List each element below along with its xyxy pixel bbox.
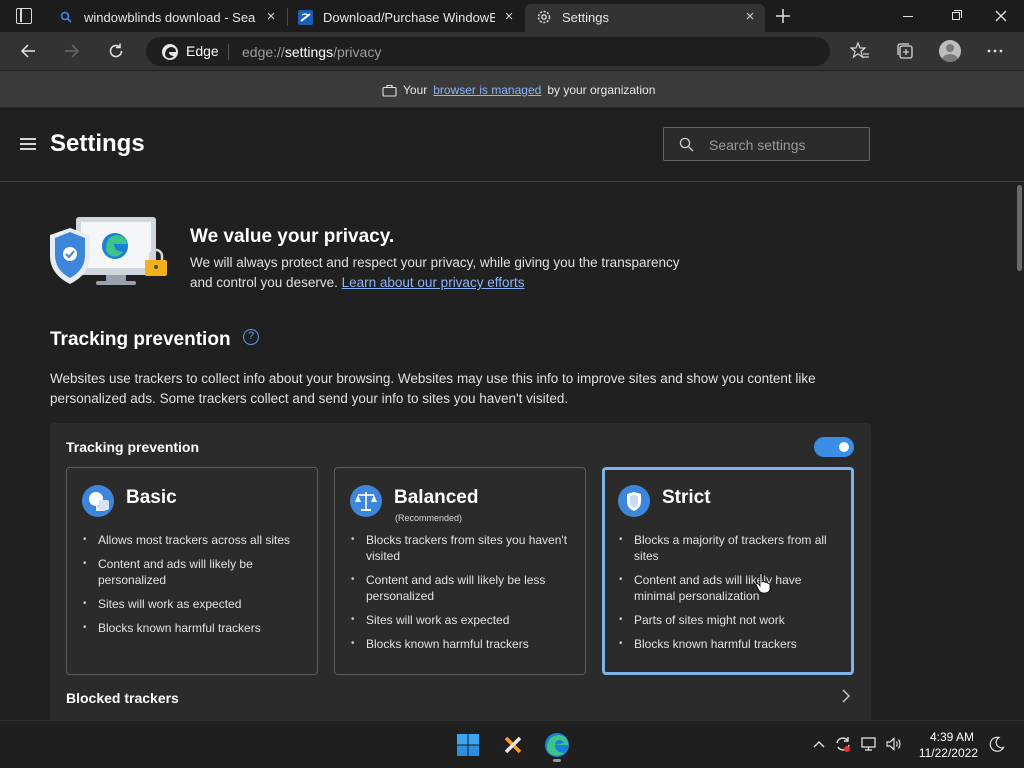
restore-button[interactable] (944, 8, 968, 24)
tab-windowblinds[interactable]: Download/Purchase WindowBlinds × (288, 4, 524, 32)
search-placeholder: Search settings (709, 137, 806, 153)
list-item: Content and ads will likely be less pers… (351, 572, 573, 604)
list-item: Content and ads will likely be personali… (83, 556, 305, 588)
more-options-icon[interactable] (980, 36, 1010, 66)
minimize-button[interactable] (896, 8, 920, 24)
search-settings-input[interactable]: Search settings (663, 127, 870, 161)
taskbar: 4:39 AM 11/22/2022 (0, 720, 1024, 768)
shield-icon (618, 485, 650, 517)
settings-content: We value your privacy. We will always pr… (0, 183, 1024, 720)
tab-settings[interactable]: Settings × (525, 4, 765, 32)
page-scrollbar[interactable] (1014, 183, 1024, 720)
scrollbar-thumb[interactable] (1017, 185, 1022, 271)
card-title: Balanced (394, 487, 479, 508)
volume-icon[interactable] (885, 735, 903, 753)
favorites-icon[interactable] (845, 36, 875, 66)
card-bullets: Allows most trackers across all sites Co… (83, 532, 305, 644)
site-identity-label: Edge (186, 43, 219, 59)
hamburger-menu-icon[interactable] (20, 138, 36, 150)
privacy-desc-line1: We will always protect and respect your … (190, 255, 680, 270)
card-bullets: Blocks trackers from sites you haven't v… (351, 532, 573, 660)
sync-icon[interactable] (834, 735, 852, 753)
mouse-cursor-icon (755, 572, 771, 594)
basic-icon (82, 485, 114, 517)
list-item: Blocks known harmful trackers (351, 636, 573, 652)
recommended-label: (Recommended) (395, 513, 463, 523)
tracking-toggle-label: Tracking prevention (66, 439, 200, 455)
tab-actions-icon[interactable] (16, 8, 32, 24)
tab-title: Download/Purchase WindowBlinds (323, 10, 495, 25)
tab-strip: windowblinds download - Search × Downloa… (0, 0, 1024, 32)
clock-date[interactable]: 11/22/2022 (908, 746, 978, 760)
privacy-illustration (48, 216, 174, 290)
tab-title: Settings (562, 10, 609, 25)
card-title: Basic (126, 487, 177, 508)
chevron-up-icon[interactable] (810, 735, 828, 753)
edge-taskbar-icon[interactable] (544, 732, 570, 762)
tab-title: windowblinds download - Search (84, 10, 256, 25)
card-title: Strict (662, 487, 711, 508)
edge-logo-icon (161, 43, 179, 61)
windows-start-icon[interactable] (456, 733, 480, 757)
omnibox-separator (228, 44, 229, 60)
url-prefix: edge:// (242, 44, 285, 60)
card-balanced[interactable]: Balanced (Recommended) Blocks trackers f… (334, 467, 586, 675)
settings-header: Settings Search settings (0, 108, 1024, 182)
chevron-right-icon[interactable] (840, 689, 852, 708)
profile-avatar[interactable] (935, 36, 965, 66)
close-icon[interactable]: × (743, 9, 757, 24)
card-bullets: Blocks a majority of trackers from all s… (619, 532, 841, 660)
search-icon (60, 11, 72, 23)
url-text: edge://settings/privacy (242, 44, 381, 60)
tracking-description: Websites use trackers to collect info ab… (50, 371, 816, 406)
list-item: Content and ads will likely have minimal… (619, 572, 841, 604)
close-icon[interactable]: × (502, 9, 516, 24)
page-title: Settings (50, 130, 145, 157)
collections-icon[interactable] (890, 36, 920, 66)
list-item: Sites will work as expected (83, 596, 305, 612)
focus-assist-moon-icon[interactable] (988, 735, 1006, 753)
app-x-icon[interactable] (502, 734, 524, 756)
privacy-title: We value your privacy. (190, 226, 395, 247)
card-strict[interactable]: Strict Blocks a majority of trackers fro… (602, 467, 854, 675)
card-basic[interactable]: Basic Allows most trackers across all si… (66, 467, 318, 675)
list-item: Parts of sites might not work (619, 612, 841, 628)
list-item: Blocks trackers from sites you haven't v… (351, 532, 573, 564)
list-item: Sites will work as expected (351, 612, 573, 628)
gear-icon (536, 9, 552, 25)
tab-search[interactable]: windowblinds download - Search × (50, 4, 286, 32)
close-window-button[interactable] (990, 6, 1012, 26)
url-host: settings (284, 44, 334, 60)
clock-time[interactable]: 4:39 AM (922, 730, 974, 744)
privacy-desc-line2: and control you deserve. (190, 275, 338, 290)
banner-suffix: by your organization (547, 83, 656, 97)
search-icon (679, 137, 694, 152)
privacy-description: We will always protect and respect your … (190, 253, 730, 293)
refresh-button[interactable] (101, 36, 131, 66)
tracking-prevention-heading: Tracking prevention (50, 329, 231, 350)
network-icon[interactable] (860, 735, 878, 753)
new-tab-button[interactable] (772, 5, 794, 27)
briefcase-icon (382, 84, 397, 97)
forward-button[interactable] (57, 36, 87, 66)
tracking-prevention-toggle[interactable] (814, 437, 854, 457)
list-item: Blocks known harmful trackers (83, 620, 305, 636)
list-item: Allows most trackers across all sites (83, 532, 305, 548)
balance-scale-icon (350, 485, 382, 517)
list-item: Blocks known harmful trackers (619, 636, 841, 652)
browser-managed-link[interactable]: browser is managed (433, 83, 541, 97)
help-icon[interactable]: ? (243, 329, 259, 345)
close-icon[interactable]: × (264, 9, 278, 24)
url-path: /privacy (333, 44, 382, 60)
managed-banner: Your browser is managed by your organiza… (0, 71, 1024, 108)
back-button[interactable] (13, 36, 43, 66)
tracking-prevention-panel: Tracking prevention Basic Allows most tr… (50, 423, 871, 720)
privacy-efforts-link[interactable]: Learn about our privacy efforts (342, 275, 525, 290)
banner-prefix: Your (403, 83, 428, 97)
list-item: Blocks a majority of trackers from all s… (619, 532, 841, 564)
stardock-icon (298, 10, 313, 25)
address-bar[interactable]: Edge edge://settings/privacy (146, 37, 830, 66)
blocked-trackers-link[interactable]: Blocked trackers (66, 690, 179, 706)
